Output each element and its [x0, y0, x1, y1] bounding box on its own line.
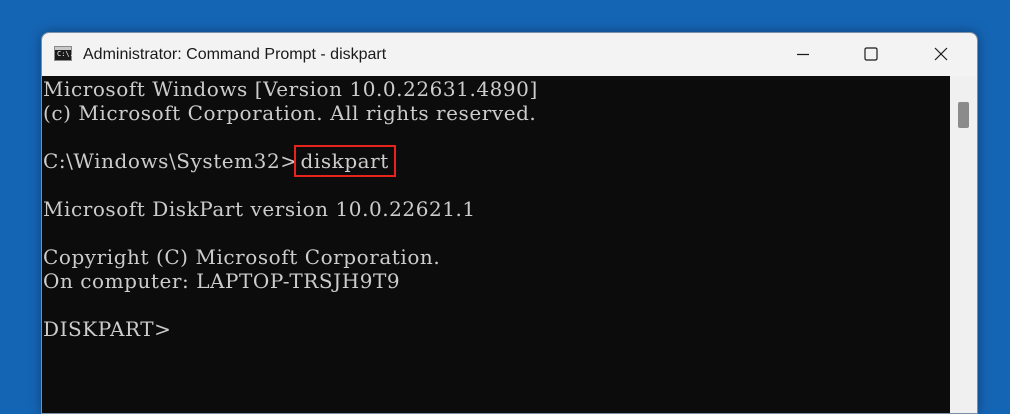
scrollbar-thumb[interactable] [958, 102, 969, 128]
diskpart-prompt[interactable]: DISKPART> [43, 317, 950, 341]
prompt-path: C:\Windows\System32> [43, 149, 298, 173]
maximize-button[interactable] [848, 33, 894, 76]
console-line-diskpart-copyright: Copyright (C) Microsoft Corporation. [43, 245, 441, 269]
minimize-button[interactable] [780, 33, 826, 76]
console-line-version: Microsoft Windows [Version 10.0.22631.48… [43, 77, 538, 101]
highlighted-command: diskpart [293, 145, 396, 177]
title-bar[interactable]: C:\. Administrator: Command Prompt - dis… [42, 33, 977, 76]
close-icon [934, 47, 948, 61]
command-prompt-window: C:\. Administrator: Command Prompt - dis… [41, 32, 978, 414]
minimize-icon [797, 53, 809, 56]
console-command-line: C:\Windows\System32> diskpart [43, 145, 950, 177]
console-line-diskpart-version: Microsoft DiskPart version 10.0.22621.1 [43, 197, 476, 221]
console-output[interactable]: Microsoft Windows [Version 10.0.22631.48… [42, 76, 950, 413]
console-line-computer: On computer: LAPTOP-TRSJH9T9 [43, 269, 401, 293]
close-button[interactable] [918, 33, 964, 76]
command-prompt-icon: C:\. [54, 46, 74, 61]
vertical-scrollbar[interactable] [950, 76, 977, 413]
console-line-copyright: (c) Microsoft Corporation. All rights re… [43, 101, 537, 125]
maximize-icon [864, 47, 878, 61]
window-title: Administrator: Command Prompt - diskpart [83, 46, 387, 63]
